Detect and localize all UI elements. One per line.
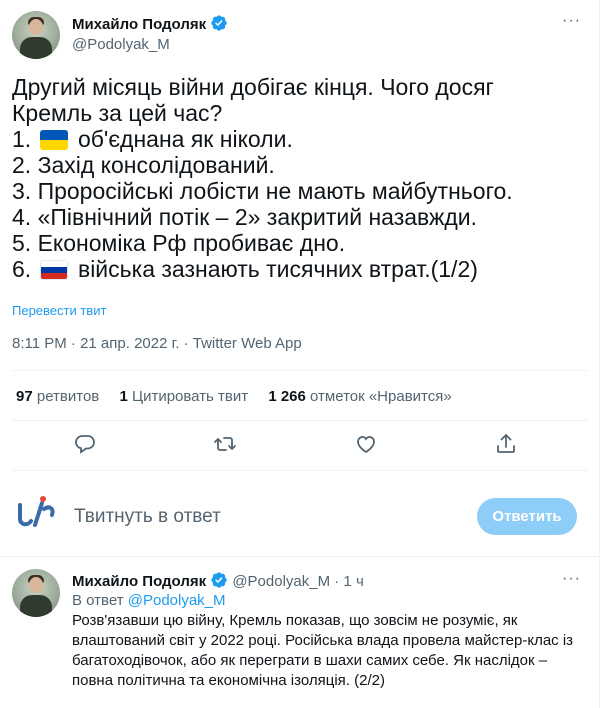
tweet-text: Другий місяць війни добігає кінця. Чого … [12, 74, 592, 282]
reply-author-name[interactable]: Михайло Подоляк [72, 573, 206, 590]
in-reply-to: В ответ @Podolyak_M [72, 592, 226, 609]
verified-badge-icon [210, 571, 228, 593]
divider [12, 420, 588, 421]
divider [12, 470, 588, 471]
reply-author-avatar[interactable] [12, 569, 60, 617]
retweet-icon[interactable] [213, 432, 237, 456]
quotes-stat[interactable]: 1 Цитировать твит [119, 388, 248, 405]
author-name-row[interactable]: Михайло Подоляк [72, 14, 228, 36]
tweet-timestamp[interactable]: 8:11 PM · 21 апр. 2022 г. · Twitter Web … [12, 335, 302, 352]
reply-input[interactable]: Твитнуть в ответ [74, 506, 221, 528]
like-icon[interactable] [354, 432, 378, 456]
tweet-line: Другий місяць війни добігає кінця. Чого … [12, 74, 494, 100]
in-reply-handle-link[interactable]: @Podolyak_M [128, 592, 226, 609]
tweet-line: Кремль за цей час? [12, 100, 223, 126]
more-options-icon[interactable]: ··· [562, 570, 581, 588]
reply-icon[interactable] [73, 432, 97, 456]
verified-badge-icon [210, 14, 228, 36]
tweet-line: 2. Захід консолідований. [12, 152, 275, 178]
author-avatar[interactable] [12, 11, 60, 59]
reply-author-handle[interactable]: @Podolyak_M [232, 573, 330, 590]
user-avatar-logo[interactable] [14, 495, 56, 531]
reply-button[interactable]: Ответить [477, 498, 577, 535]
share-icon[interactable] [494, 432, 518, 456]
more-options-icon[interactable]: ··· [562, 12, 581, 30]
reply-tweet-text: Розв'язавши цю війну, Кремль показав, що… [72, 612, 574, 689]
tweet-stats: 97 ретвитов 1 Цитировать твит 1 266 отме… [16, 388, 468, 405]
translate-tweet-link[interactable]: Перевести твит [12, 303, 106, 318]
ukraine-flag-icon [39, 130, 68, 150]
tweet-line: 6. війська зазнають тисячних втрат.(1/2) [12, 256, 478, 282]
author-name[interactable]: Михайло Подоляк [72, 16, 206, 33]
retweets-stat[interactable]: 97 ретвитов [16, 388, 99, 405]
tweet-line: 1. об'єднана як ніколи. [12, 126, 293, 152]
reply-author-row[interactable]: Михайло Подоляк @Podolyak_M · 1 ч [72, 571, 364, 593]
tweet-line: 4. «Північний потік – 2» закритий назавж… [12, 204, 478, 230]
tweet-line: 3. Проросійські лобісти не мають майбутн… [12, 178, 513, 204]
reply-time[interactable]: · 1 ч [334, 573, 364, 590]
author-handle[interactable]: @Podolyak_M [72, 36, 170, 53]
likes-stat[interactable]: 1 266 отметок «Нравится» [268, 388, 451, 405]
divider [0, 556, 600, 557]
tweet-line: 5. Економіка Рф пробиває дно. [12, 230, 346, 256]
tweet-thread: Михайло Подоляк @Podolyak_M ··· Другий м… [0, 0, 600, 708]
russia-flag-icon [39, 260, 68, 280]
divider [12, 370, 588, 371]
